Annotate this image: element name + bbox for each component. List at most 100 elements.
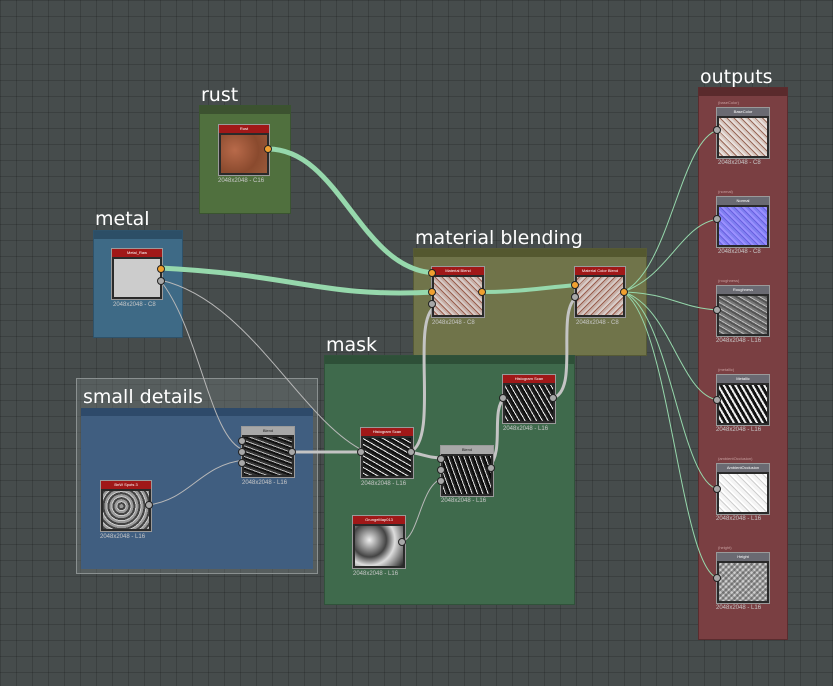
ambient-occlusion-thumbnail	[719, 474, 767, 512]
output-node-roughness[interactable]: Roughness	[716, 285, 770, 337]
metallic-thumbnail	[719, 385, 767, 423]
link-bnw-to-blend-details	[147, 459, 245, 506]
node-blend-details[interactable]: Blend	[241, 426, 295, 478]
input-port[interactable]	[713, 215, 721, 223]
node-title: BaseColor	[717, 108, 769, 116]
node-size-label: 2048x2048 - L16	[100, 534, 146, 540]
node-size-label: 2048x2048 - C8	[432, 320, 475, 326]
node-size-label: 2048x2048 - L16	[716, 338, 762, 344]
node-blend-mask[interactable]: Blend	[440, 445, 494, 497]
node-metal-raw[interactable]: Metal_Raw	[111, 248, 163, 300]
output-node-metallic[interactable]: Metallic	[716, 374, 770, 426]
node-size-label: 2048x2048 - C8	[718, 249, 761, 255]
link-material-blend-to-color-blend	[479, 283, 579, 294]
node-size-label: 2048x2048 - L16	[716, 427, 762, 433]
output-node-ambient-occlusion[interactable]: AmbientOcclusion	[716, 463, 770, 515]
bnw-spots-thumbnail	[103, 491, 149, 529]
input-port[interactable]	[713, 396, 721, 404]
input-port[interactable]	[437, 455, 445, 463]
rust-thumbnail	[221, 135, 267, 173]
input-port[interactable]	[238, 448, 246, 456]
link-out-ao	[622, 291, 719, 490]
node-rust[interactable]: Rust	[218, 124, 270, 176]
link-grunge-to-blend-mask	[401, 477, 444, 543]
metal-thumbnail	[114, 259, 160, 297]
input-port[interactable]	[238, 459, 246, 467]
output-id-label: (baseColor)	[718, 100, 739, 105]
output-id-label: (ambientOcclusion)	[718, 456, 753, 461]
output-port[interactable]	[487, 464, 495, 472]
node-size-label: 2048x2048 - L16	[503, 426, 549, 432]
output-port[interactable]	[288, 448, 296, 456]
output-node-height[interactable]: Height	[716, 552, 770, 604]
node-title: Blend	[441, 446, 493, 454]
node-title: Metallic	[717, 375, 769, 383]
link-metal-to-blend-details	[159, 279, 245, 451]
output-id-label: (height)	[718, 545, 732, 550]
output-port[interactable]	[478, 288, 486, 296]
input-port[interactable]	[437, 466, 445, 474]
histogram-scan-thumbnail	[505, 385, 553, 421]
node-size-label: 2048x2048 - C16	[218, 178, 265, 184]
blend-thumbnail	[443, 456, 491, 494]
input-port[interactable]	[437, 477, 445, 485]
output-node-basecolor[interactable]: BaseColor	[716, 107, 770, 159]
output-port[interactable]	[157, 265, 165, 273]
input-port[interactable]	[238, 437, 246, 445]
input-port[interactable]	[571, 293, 579, 301]
node-title: Material Color Blend	[575, 267, 625, 275]
node-title: AmbientOcclusion	[717, 464, 769, 472]
node-size-label: 2048x2048 - C8	[718, 160, 761, 166]
link-out-basecolor	[622, 129, 719, 293]
node-title: Normal	[717, 197, 769, 205]
output-id-label: (metallic)	[718, 367, 735, 372]
input-port[interactable]	[428, 269, 436, 277]
node-material-blend[interactable]: Material Blend	[431, 266, 485, 318]
output-port[interactable]	[620, 288, 628, 296]
input-port[interactable]	[713, 306, 721, 314]
output-port[interactable]	[264, 145, 272, 153]
input-port[interactable]	[713, 574, 721, 582]
node-size-label: 2048x2048 - L16	[361, 481, 407, 487]
node-title: Material Blend	[432, 267, 484, 275]
node-size-label: 2048x2048 - L16	[441, 498, 487, 504]
basecolor-thumbnail	[719, 118, 767, 156]
input-port[interactable]	[713, 485, 721, 493]
node-material-color-blend[interactable]: Material Color Blend	[574, 266, 626, 318]
node-title: Histogram Scan	[361, 428, 413, 436]
node-title: Rust	[219, 125, 269, 133]
link-out-roughness	[622, 291, 719, 311]
histogram-scan-thumbnail	[363, 438, 411, 476]
node-histogram-scan-top[interactable]: Histogram Scan	[502, 374, 556, 424]
material-blend-thumbnail	[434, 277, 482, 315]
node-title: BnW Spots 3	[101, 481, 151, 489]
input-port[interactable]	[571, 281, 579, 289]
node-size-label: 2048x2048 - L16	[716, 516, 762, 522]
link-metal-to-material-blend	[157, 265, 438, 296]
input-port[interactable]	[428, 288, 436, 296]
input-port[interactable]	[499, 394, 507, 402]
output-port[interactable]	[398, 538, 406, 546]
link-rust-to-material-blend	[265, 146, 438, 276]
node-size-label: 2048x2048 - C8	[576, 320, 619, 326]
node-title: Blend	[242, 427, 294, 435]
output-port[interactable]	[157, 277, 165, 285]
blend-thumbnail	[244, 437, 292, 475]
output-port[interactable]	[407, 448, 415, 456]
normal-thumbnail	[719, 207, 767, 245]
height-thumbnail	[719, 563, 767, 601]
node-title: Height	[717, 553, 769, 561]
output-node-normal[interactable]: Normal	[716, 196, 770, 248]
node-title: GrungeMap013	[353, 516, 405, 524]
output-port[interactable]	[549, 394, 557, 402]
node-histogram-scan[interactable]: Histogram Scan	[360, 427, 414, 479]
node-size-label: 2048x2048 - L16	[242, 480, 288, 486]
node-title: Roughness	[717, 286, 769, 294]
output-port[interactable]	[145, 501, 153, 509]
input-port[interactable]	[713, 126, 721, 134]
input-port[interactable]	[357, 448, 365, 456]
node-title: Metal_Raw	[112, 249, 162, 257]
output-id-label: (normal)	[718, 189, 733, 194]
node-size-label: 2048x2048 - C8	[113, 302, 156, 308]
input-port[interactable]	[428, 300, 436, 308]
